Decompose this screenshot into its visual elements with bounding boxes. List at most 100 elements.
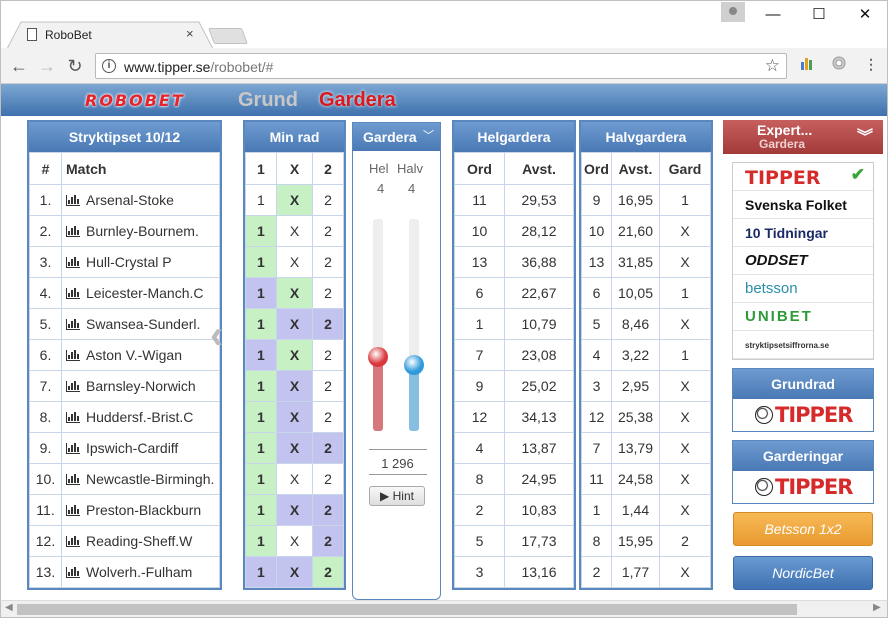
back-button[interactable]: ← [7,54,31,78]
bar-chart-icon[interactable] [66,195,80,206]
pick-cell-x[interactable]: X [275,277,314,309]
pick-cell-2[interactable]: 2 [312,401,344,433]
pick-cell-x[interactable]: X [275,215,314,247]
pick-cell-x[interactable]: X [275,308,314,340]
pick-cell-x[interactable]: X [275,556,314,588]
info-icon[interactable]: i [102,59,116,73]
pick-cell-2[interactable]: 2 [312,184,344,216]
hint-button[interactable]: ▶ Hint [369,486,425,506]
reload-button[interactable]: ↻ [63,54,87,78]
pick-cell-2[interactable]: 2 [312,525,344,557]
bar-chart-icon[interactable] [66,257,80,268]
bar-chart-icon[interactable] [66,319,80,330]
halv-slider[interactable] [404,219,424,431]
pick-cell-2[interactable]: 2 [312,463,344,495]
pick-cell-x[interactable]: X [275,463,314,495]
pick-cell-x[interactable]: X [275,401,314,433]
pick-cell-2[interactable]: 2 [312,494,344,526]
bar-chart-icon[interactable] [66,350,80,361]
pick-cell-1[interactable]: 1 [245,370,277,402]
maximize-button[interactable]: ☐ [799,5,839,25]
expert-source-item[interactable]: UNIBET [733,303,873,331]
chevron-double-down-icon[interactable]: ︾ [857,123,873,147]
pick-cell-x[interactable]: X [275,525,314,557]
url-text[interactable]: www.tipper.se/robobet/# [124,59,273,75]
pick-cell-x[interactable]: X [275,339,314,371]
pick-cell-2[interactable]: 2 [312,556,344,588]
pick-cell-2[interactable]: 2 [312,277,344,309]
pick-cell-x[interactable]: X [275,246,314,278]
browser-tab[interactable] [7,21,213,49]
match-cell[interactable]: Hull-Crystal P [61,246,220,278]
betsson-1x2-button[interactable]: Betsson 1x2 [733,512,873,546]
bar-chart-icon[interactable] [66,412,80,423]
expert-source-item[interactable]: stryktipsetsiffrorna.se [733,331,873,359]
pick-cell-2[interactable]: 2 [312,432,344,464]
nav-grund[interactable]: Grund [238,89,298,112]
bookmark-star-icon[interactable]: ☆ [765,56,780,76]
match-cell[interactable]: Ipswich-Cardiff [61,432,220,464]
pick-cell-x[interactable]: X [275,494,314,526]
chevron-left-icon[interactable]: ‹ [210,313,223,358]
pick-cell-1[interactable]: 1 [245,401,277,433]
pick-cell-1[interactable]: 1 [245,432,277,464]
expert-dropdown[interactable]: Expert... Gardera ︾ [723,120,883,154]
match-cell[interactable]: Leicester-Manch.C [61,277,220,309]
minimize-button[interactable]: — [753,5,793,25]
pick-cell-x[interactable]: X [275,184,314,216]
expert-source-item[interactable]: ODDSET [733,247,873,275]
pick-cell-x[interactable]: X [275,432,314,464]
chevron-down-icon[interactable]: ﹀ [423,127,434,143]
bar-chart-icon[interactable] [66,226,80,237]
hel-slider[interactable] [368,219,388,431]
match-cell[interactable]: Arsenal-Stoke [61,184,220,216]
garderingar-logo[interactable]: TIPPER [733,471,873,503]
scrollbar-thumb[interactable] [17,604,797,615]
pick-cell-2[interactable]: 2 [312,370,344,402]
match-cell[interactable]: Wolverh.-Fulham [61,556,220,588]
forward-button[interactable]: → [35,54,59,78]
address-bar[interactable]: i www.tipper.se/robobet/# ☆ [95,53,787,79]
match-cell[interactable]: Newcastle-Birmingh. [61,463,220,495]
bar-chart-icon[interactable] [66,536,80,547]
nordicbet-button[interactable]: NordicBet [733,556,873,590]
pick-cell-1[interactable]: 1 [245,494,277,526]
new-tab-button[interactable] [208,28,248,44]
expert-source-item[interactable]: betsson [733,275,873,303]
horizontal-scrollbar[interactable]: ◀ ▶ [0,600,888,618]
extension-circle-icon[interactable] [829,56,849,73]
tab-close-icon[interactable]: × [186,26,194,41]
match-cell[interactable]: Preston-Blackburn [61,494,220,526]
bar-chart-icon[interactable] [66,505,80,516]
bar-chart-icon[interactable] [66,474,80,485]
hel-slider-knob[interactable] [368,347,388,367]
bar-chart-icon[interactable] [66,381,80,392]
match-cell[interactable]: Reading-Sheff.W [61,525,220,557]
grundrad-box[interactable]: Grundrad TIPPER [732,368,874,432]
match-cell[interactable]: Aston V.-Wigan [61,339,220,371]
pick-cell-2[interactable]: 2 [312,308,344,340]
expert-source-item[interactable]: TIPPER ✔ [733,163,873,191]
scroll-right-icon[interactable]: ▶ [873,602,881,613]
pick-cell-x[interactable]: X [275,370,314,402]
pick-cell-2[interactable]: 2 [312,339,344,371]
menu-icon[interactable]: ⋮ [861,56,881,73]
bar-chart-icon[interactable] [66,567,80,578]
pick-cell-1[interactable]: 1 [245,556,277,588]
match-cell[interactable]: Barnsley-Norwich [61,370,220,402]
pick-cell-1[interactable]: 1 [245,246,277,278]
pick-cell-1[interactable]: 1 [245,184,277,216]
expert-source-item[interactable]: 10 Tidningar [733,219,873,247]
match-cell[interactable]: Huddersf.-Brist.C [61,401,220,433]
pick-cell-1[interactable]: 1 [245,215,277,247]
close-window-button[interactable]: ✕ [845,5,885,25]
pick-cell-1[interactable]: 1 [245,463,277,495]
pick-cell-2[interactable]: 2 [312,246,344,278]
grundrad-logo[interactable]: TIPPER [733,399,873,431]
pick-cell-1[interactable]: 1 [245,277,277,309]
expert-source-item[interactable]: Svenska Folket [733,191,873,219]
pick-cell-1[interactable]: 1 [245,525,277,557]
nav-gardera[interactable]: Gardera [319,89,396,112]
extension-chart-icon[interactable] [797,56,817,73]
halv-slider-knob[interactable] [404,355,424,375]
